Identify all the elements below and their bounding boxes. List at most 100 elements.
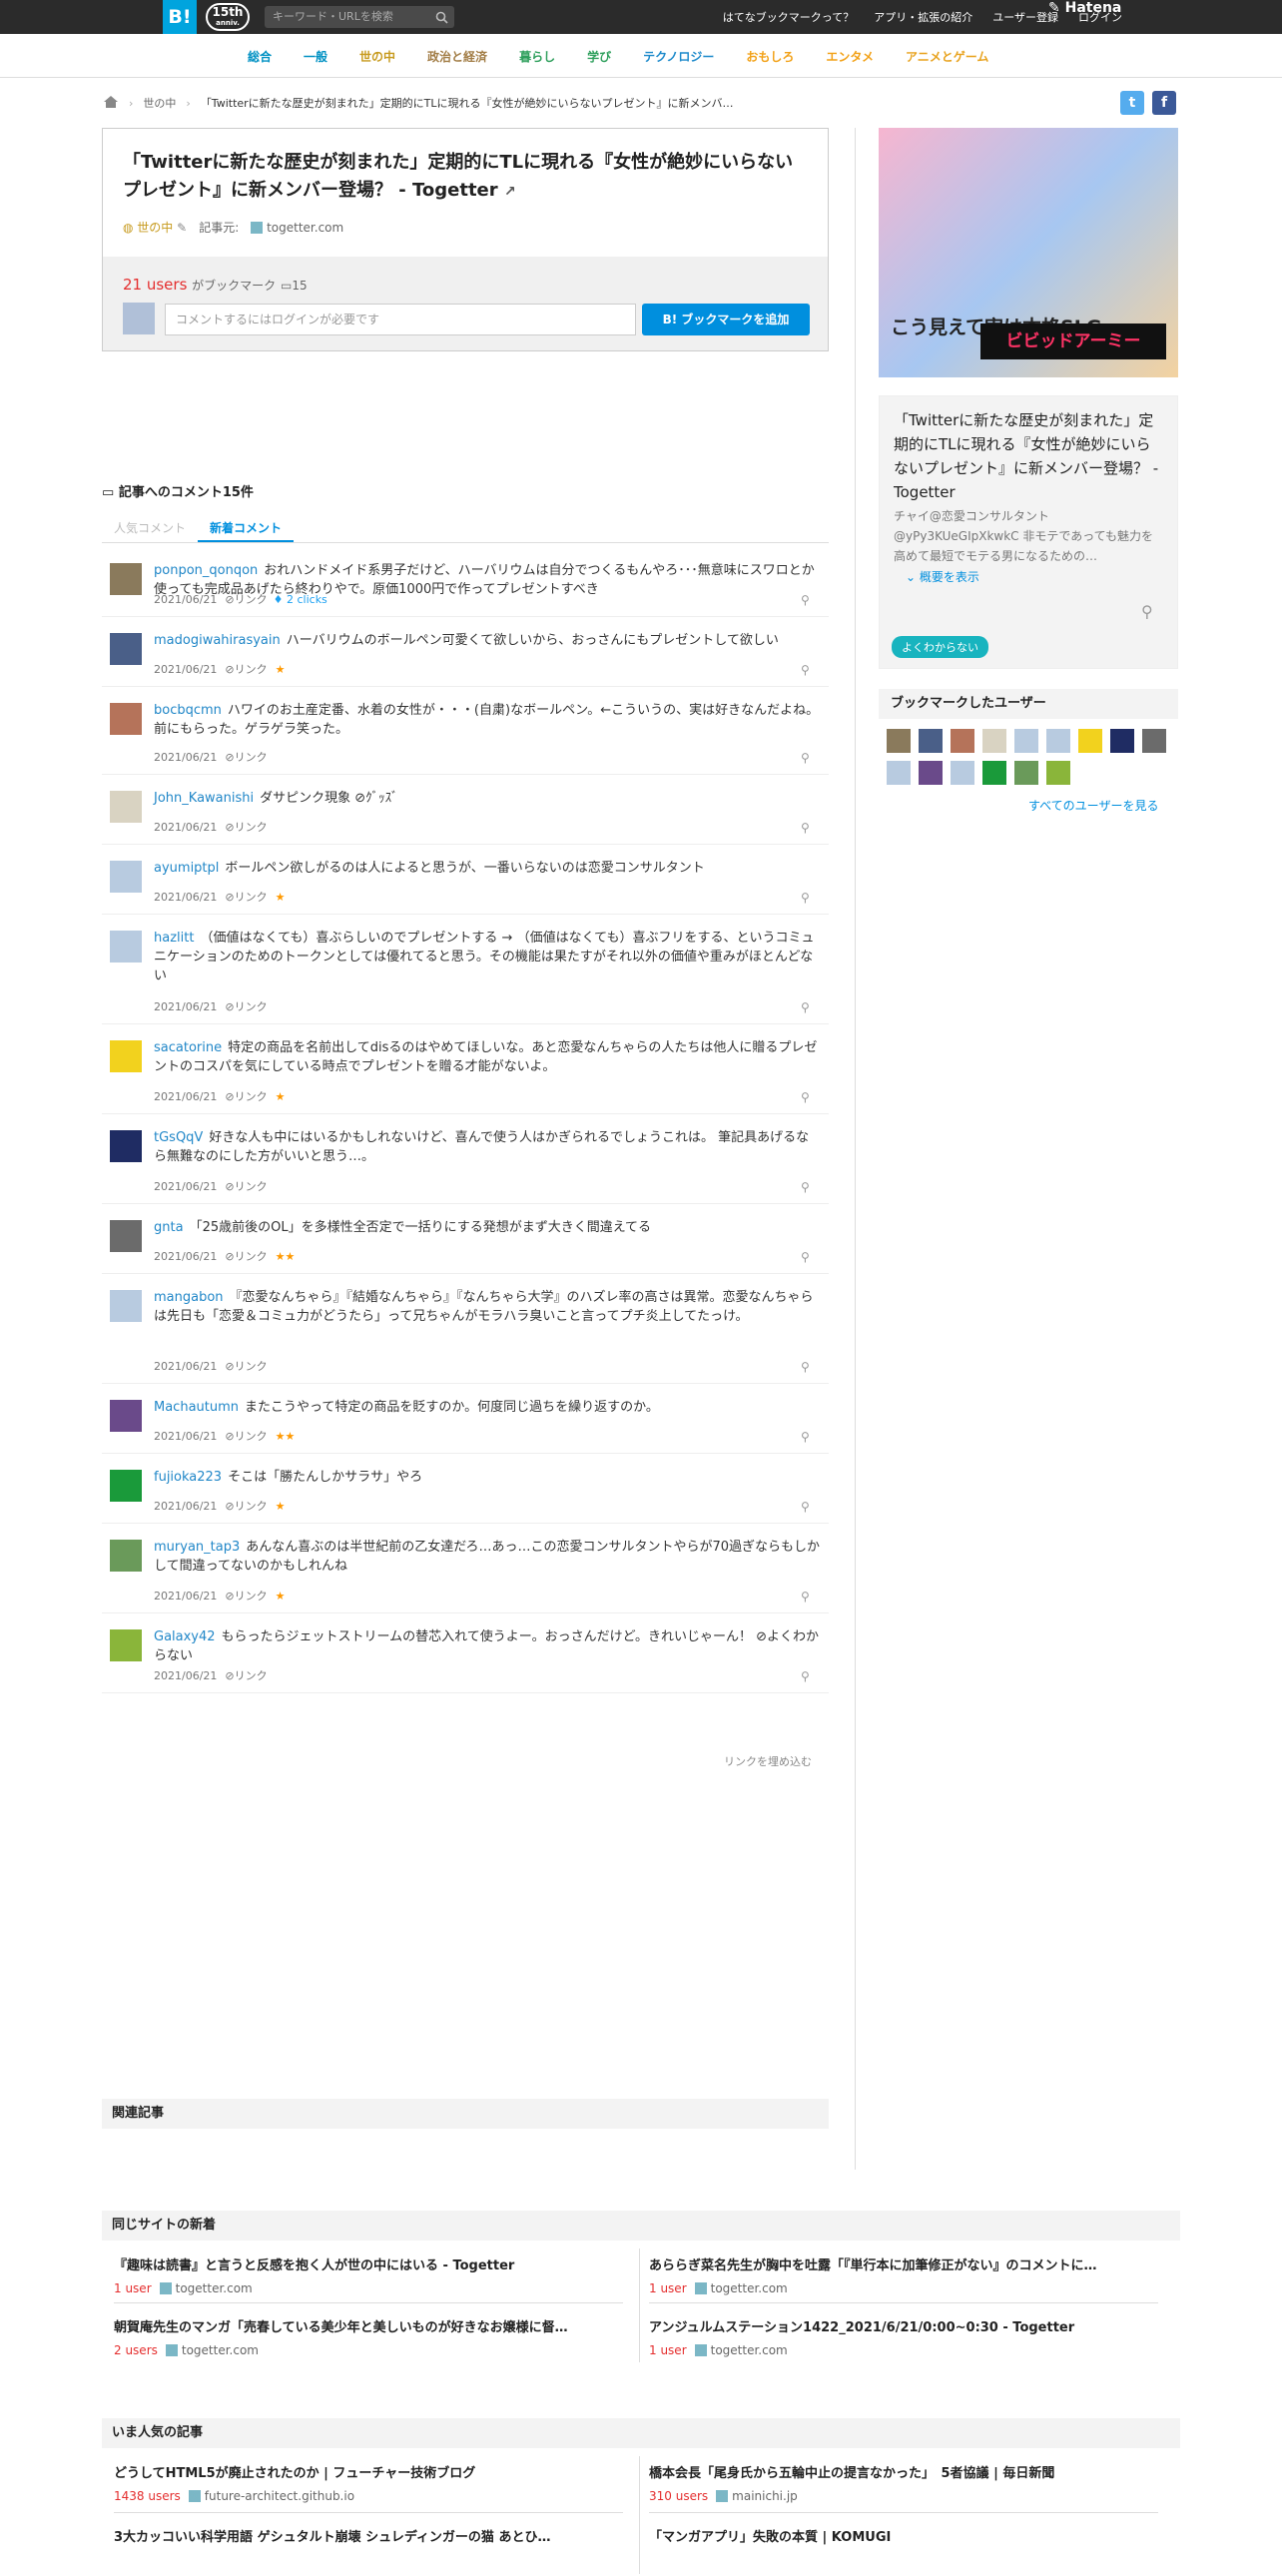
comment-user[interactable]: muryan_tap3 <box>154 1540 240 1555</box>
comment-link[interactable]: ⊘リンク <box>225 1090 267 1103</box>
avatar[interactable] <box>110 791 142 823</box>
edit-icon[interactable]: ✎ <box>177 221 187 235</box>
article-source[interactable]: togetter.com <box>176 2281 253 2295</box>
avatar[interactable] <box>1110 729 1134 753</box>
star-rating[interactable]: ★★ <box>276 1250 296 1263</box>
star-rating[interactable]: ★ <box>276 663 286 676</box>
avatar[interactable] <box>110 1130 142 1162</box>
comment-user[interactable]: Galaxy42 <box>154 1629 216 1644</box>
entry-title[interactable]: 「Twitterに新たな歴史が刻まれた」定期的にTLに現れる『女性が絶妙にいらな… <box>123 149 802 206</box>
comment-link[interactable]: ⊘リンク <box>225 821 267 834</box>
article-item[interactable]: 「マンガアプリ」失敗の本質 | KOMUGI <box>649 2516 1168 2576</box>
category-3[interactable]: 政治と経済 <box>411 48 503 65</box>
comment-date[interactable]: 2021/06/21 <box>154 593 217 606</box>
comment-date[interactable]: 2021/06/21 <box>154 1360 217 1373</box>
bookmark-users[interactable]: 21 users <box>123 276 187 294</box>
comment-user[interactable]: fujioka223 <box>154 1470 222 1485</box>
comment-link[interactable]: ⊘リンク <box>225 1000 267 1013</box>
avatar[interactable] <box>110 861 142 893</box>
comment-link[interactable]: ⊘リンク <box>225 1590 267 1603</box>
article-title[interactable]: あららぎ菜名先生が胸中を吐露「『単行本に加筆修正がない』のコメントに… <box>649 2254 1168 2273</box>
comment-link[interactable]: ⊘リンク <box>225 751 267 764</box>
avatar[interactable] <box>110 1290 142 1322</box>
search-icon[interactable] <box>435 10 448 32</box>
pin-icon[interactable]: ⚲ <box>801 1250 815 1264</box>
article-users[interactable]: 1438 users <box>114 2489 181 2503</box>
pin-icon[interactable]: ⚲ <box>801 1669 815 1683</box>
entry-category[interactable]: ◍ 世の中 ✎ <box>123 219 187 236</box>
avatar[interactable] <box>951 729 974 753</box>
comment-link[interactable]: ⊘リンク <box>225 1669 267 1682</box>
hatebu-logo[interactable]: B! <box>163 0 197 34</box>
search-input[interactable]: キーワード・URLを検索 <box>265 6 454 28</box>
add-bookmark-button[interactable]: B! ブックマークを追加 <box>642 304 810 335</box>
article-item[interactable]: アンジュルムステーション1422_2021/6/21/0:00~0:30 - T… <box>649 2306 1168 2366</box>
comment-user[interactable]: bocbqcmn <box>154 703 222 718</box>
article-source[interactable]: future-architect.github.io <box>205 2489 354 2503</box>
avatar[interactable] <box>919 761 943 785</box>
article-item[interactable]: 『趣味は読書』と言うと反感を抱く人が世の中にはいる - Togetter 1 us… <box>114 2245 633 2304</box>
comment-link[interactable]: ⊘リンク <box>225 663 267 676</box>
category-0[interactable]: 総合 <box>232 48 288 65</box>
comment-user[interactable]: hazlitt <box>154 931 194 946</box>
pin-icon[interactable]: ⚲ <box>801 1000 815 1014</box>
avatar[interactable] <box>110 1470 142 1502</box>
article-item[interactable]: あららぎ菜名先生が胸中を吐露「『単行本に加筆修正がない』のコメントに… 1 use… <box>649 2245 1168 2304</box>
see-all-users-link[interactable]: すべてのユーザーを見る <box>1028 797 1158 814</box>
home-icon[interactable] <box>103 95 119 112</box>
article-title[interactable]: 橋本会長「尾身氏から五輪中止の提言なかった」 5者協議 | 毎日新聞 <box>649 2462 1168 2481</box>
pin-icon[interactable]: ⚲ <box>801 1430 815 1444</box>
avatar[interactable] <box>110 1040 142 1072</box>
article-title[interactable]: アンジュルムステーション1422_2021/6/21/0:00~0:30 - T… <box>649 2316 1168 2335</box>
comment-date[interactable]: 2021/06/21 <box>154 1500 217 1513</box>
article-users[interactable]: 1 user <box>114 2281 152 2295</box>
article-users[interactable]: 2 users <box>114 2343 158 2357</box>
embed-link[interactable]: リンクを埋め込む <box>724 1753 812 1769</box>
comment-user[interactable]: sacatorine <box>154 1040 222 1055</box>
pin-icon[interactable]: ⚲ <box>801 891 815 905</box>
comment-user[interactable]: madogiwahirasyain <box>154 633 281 648</box>
avatar[interactable] <box>110 1629 142 1661</box>
pin-icon[interactable]: ⚲ <box>801 663 815 677</box>
article-source[interactable]: mainichi.jp <box>732 2489 798 2503</box>
comment-link[interactable]: ⊘リンク <box>225 1500 267 1513</box>
avatar[interactable] <box>110 1220 142 1252</box>
pin-icon[interactable]: ⚲ <box>1141 602 1153 621</box>
avatar[interactable] <box>110 931 142 963</box>
article-title[interactable]: 「マンガアプリ」失敗の本質 | KOMUGI <box>649 2526 1168 2545</box>
comment-date[interactable]: 2021/06/21 <box>154 821 217 834</box>
article-title[interactable]: 『趣味は読書』と言うと反感を抱く人が世の中にはいる - Togetter <box>114 2254 633 2273</box>
comment-user[interactable]: mangabon <box>154 1290 224 1305</box>
article-users[interactable]: 1 user <box>649 2281 687 2295</box>
external-link-icon[interactable]: ↗ <box>504 184 516 200</box>
pin-icon[interactable]: ⚲ <box>801 1500 815 1514</box>
avatar[interactable] <box>1046 761 1070 785</box>
comment-date[interactable]: 2021/06/21 <box>154 751 217 764</box>
article-users[interactable]: 310 users <box>649 2489 708 2503</box>
tag-badge[interactable]: よくわからない <box>892 636 988 658</box>
pin-icon[interactable]: ⚲ <box>801 821 815 835</box>
comment-date[interactable]: 2021/06/21 <box>154 1090 217 1103</box>
nav-apps[interactable]: アプリ・拡張の紹介 <box>874 9 972 25</box>
avatar[interactable] <box>887 761 911 785</box>
comment-input[interactable]: コメントするにはログインが必要です <box>165 304 636 335</box>
avatar[interactable] <box>982 729 1006 753</box>
avatar[interactable] <box>110 1400 142 1432</box>
avatar[interactable] <box>1014 729 1038 753</box>
avatar[interactable] <box>1078 729 1102 753</box>
article-item[interactable]: 3大カッコいい科学用語 ゲシュタルト崩壊 シュレディンガーの猫 あとひ… <box>114 2516 633 2576</box>
category-4[interactable]: 暮らし <box>503 48 571 65</box>
pin-icon[interactable]: ⚲ <box>801 1360 815 1374</box>
breadcrumb-category[interactable]: 世の中 <box>143 95 176 111</box>
category-1[interactable]: 一般 <box>288 48 343 65</box>
comment-user[interactable]: John_Kawanishi <box>154 791 254 806</box>
article-source[interactable]: togetter.com <box>711 2281 788 2295</box>
comment-date[interactable]: 2021/06/21 <box>154 1430 217 1443</box>
facebook-icon[interactable]: f <box>1152 91 1176 115</box>
category-6[interactable]: テクノロジー <box>627 48 730 65</box>
article-source[interactable]: togetter.com <box>711 2343 788 2357</box>
comment-date[interactable]: 2021/06/21 <box>154 1250 217 1263</box>
twitter-icon[interactable]: t <box>1120 91 1144 115</box>
ad-banner[interactable]: こう見えて実は本格SLG ビビッドアーミー <box>879 128 1178 377</box>
twitter-clicks[interactable]: ♦ 2 clicks <box>274 593 327 606</box>
